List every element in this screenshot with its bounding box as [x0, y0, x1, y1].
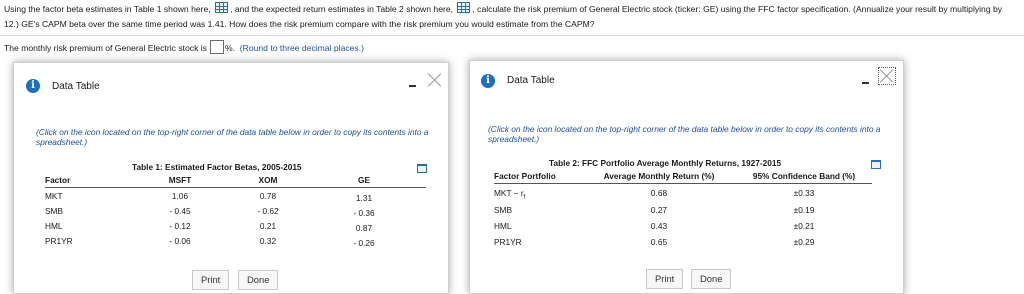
dialog-2-header: i Data Table	[470, 61, 903, 101]
table-2-title: Table 2: FFC Portfolio Average Monthly R…	[549, 158, 782, 168]
question-part-1: Using the factor beta estimates in Table…	[4, 4, 211, 14]
table-cell: 0.32	[259, 236, 277, 246]
table-2-header-row: Factor Portfolio Average Monthly Return …	[494, 171, 872, 184]
table-2-icon[interactable]	[457, 2, 471, 13]
table-cell: - 0.26	[353, 238, 375, 248]
table-1-icon[interactable]	[215, 2, 229, 13]
table-row: HML - 0.12 0.21 0.87	[45, 221, 426, 233]
table-cell: 0.78	[259, 191, 277, 201]
table-row: HML 0.43 ±0.21	[494, 221, 872, 233]
table-cell: ±0.33	[793, 188, 815, 198]
table-cell: - 0.36	[353, 208, 375, 218]
dialog-2-instructions: (Click on the icon located on the top-ri…	[488, 124, 881, 144]
table-row: MKT 1.06 0.78 1.31	[45, 191, 426, 203]
table-1-header-cell: Factor	[45, 175, 71, 185]
table-cell: 1.31	[355, 193, 373, 203]
table-1-grid: Factor MSFT XOM GE MKT 1.06 0.78 1.31 SM…	[45, 175, 426, 255]
dialog-1-header: i Data Table	[14, 63, 448, 103]
table-2-header-cell: Average Monthly Return (%)	[603, 171, 715, 181]
info-icon: i	[26, 79, 40, 93]
close-icon[interactable]	[878, 67, 896, 85]
dialog-1-instructions: (Click on the icon located on the top-ri…	[36, 127, 429, 147]
table-cell: - 0.12	[169, 221, 191, 231]
table-1-header-cell: XOM	[258, 175, 278, 185]
print-button[interactable]: Print	[192, 270, 230, 290]
minimize-icon[interactable]	[862, 82, 869, 84]
question-part-2: , and the expected return estimates in T…	[230, 4, 454, 14]
table-cell: - 0.62	[257, 206, 279, 216]
table-2-header-cell: 95% Confidence Band (%)	[752, 171, 856, 181]
table-cell: PR1YR	[45, 236, 73, 246]
dialog-2-title: Data Table	[507, 75, 555, 86]
table-cell: 0.87	[355, 223, 373, 233]
table-2-grid: Factor Portfolio Average Monthly Return …	[494, 171, 872, 255]
table-row: SMB 0.27 ±0.19	[494, 205, 872, 217]
copy-icon[interactable]	[871, 160, 881, 169]
table-cell: SMB	[494, 205, 512, 215]
table-cell: HML	[45, 221, 63, 231]
table-row: SMB - 0.45 - 0.62 - 0.36	[45, 206, 426, 218]
table-cell: 1.06	[171, 191, 189, 201]
table-cell: MKT	[45, 191, 63, 201]
table-1-header-row: Factor MSFT XOM GE	[45, 175, 426, 188]
mkt-rf-label: MKT − r	[494, 188, 524, 198]
table-cell: 0.68	[650, 188, 668, 198]
table-cell: SMB	[45, 206, 63, 216]
question-text: Using the factor beta estimates in Table…	[4, 2, 1019, 32]
table-cell: PR1YR	[494, 237, 522, 247]
table-cell: ±0.19	[793, 205, 815, 215]
done-button[interactable]: Done	[238, 270, 279, 290]
table-cell: ±0.21	[793, 221, 815, 231]
table-1-title: Table 1: Estimated Factor Betas, 2005-20…	[132, 162, 302, 172]
close-icon[interactable]	[428, 73, 442, 87]
table-row: PR1YR 0.65 ±0.29	[494, 237, 872, 249]
print-button[interactable]: Print	[646, 269, 684, 289]
table-row: MKT − rf 0.68 ±0.33	[494, 188, 872, 201]
table-cell: - 0.06	[169, 236, 191, 246]
table-1-header-cell: MSFT	[168, 175, 192, 185]
table-cell: - 0.45	[169, 206, 191, 216]
rf-subscript: f	[523, 194, 526, 201]
table-row: PR1YR - 0.06 0.32 - 0.26	[45, 236, 426, 248]
table-2-header-cell: Factor Portfolio	[494, 171, 556, 181]
answer-input[interactable]	[209, 40, 224, 54]
table-cell: ±0.29	[793, 237, 815, 247]
answer-suffix: %.	[224, 43, 235, 53]
answer-hint: (Round to three decimal places.)	[239, 43, 364, 53]
question-part-3: , calculate the risk premium of General …	[472, 4, 913, 14]
done-button[interactable]: Done	[691, 269, 732, 289]
dialog-1-title: Data Table	[52, 81, 100, 92]
table-cell: 0.65	[650, 237, 668, 247]
info-icon: i	[481, 74, 495, 88]
data-table-dialog-1: i Data Table (Click on the icon located …	[13, 62, 449, 294]
data-table-dialog-2: i Data Table (Click on the icon located …	[469, 60, 904, 294]
table-cell: MKT − rf	[494, 188, 525, 201]
table-cell: 0.21	[259, 221, 277, 231]
answer-line: The monthly risk premium of General Elec…	[4, 40, 364, 55]
copy-icon[interactable]	[417, 164, 427, 173]
table-cell: HML	[494, 221, 512, 231]
table-cell: 0.43	[650, 221, 668, 231]
table-cell: 0.27	[650, 205, 668, 215]
minimize-icon[interactable]	[409, 85, 416, 87]
divider	[0, 35, 1024, 36]
table-1-header-cell: GE	[358, 175, 370, 185]
answer-prefix: The monthly risk premium of General Elec…	[4, 43, 207, 53]
